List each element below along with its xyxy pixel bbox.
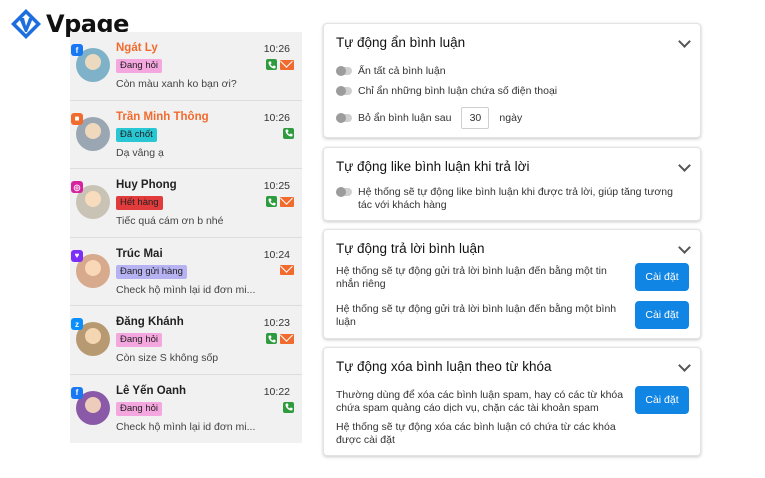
last-message: Dạ vâng ạ — [116, 146, 164, 159]
vpage-logo-icon — [11, 9, 41, 39]
card-title: Tự động like bình luận khi trả lời — [336, 159, 530, 174]
lazada-icon: ♥ — [71, 249, 83, 262]
timestamp: 10:26 — [263, 111, 290, 124]
conversation-item[interactable]: f Ngát Ly Đang hỏi Còn màu xanh ko bạn ơi? 1… — [70, 32, 302, 101]
option-auto-like[interactable]: Hệ thống sẽ tự động like bình luận khi đ… — [336, 186, 686, 212]
mail-icon[interactable] — [280, 59, 294, 70]
status-tag: Hết hàng — [116, 196, 163, 210]
delete-spam-setup-button[interactable]: Cài đặt — [635, 386, 689, 414]
contact-name: Trần Minh Thông — [116, 110, 209, 123]
status-tag: Đang hỏi — [116, 333, 163, 347]
card-auto-like: Tự động like bình luận khi trả lời Hệ th… — [323, 147, 701, 221]
option-hide-phone[interactable]: Chỉ ẩn những bình luận chứa số điện thoạ… — [336, 85, 557, 97]
phone-icon[interactable] — [266, 59, 277, 70]
facebook-icon: f — [71, 386, 83, 399]
last-message: Check hộ mình lại id đơn mi... — [116, 283, 256, 296]
mail-icon[interactable] — [280, 196, 294, 207]
contact-name: Trúc Mai — [116, 247, 163, 260]
timestamp: 10:23 — [263, 317, 290, 329]
days-unit: ngày — [499, 112, 523, 124]
toggle-switch[interactable] — [336, 113, 352, 123]
last-message: Còn size S không sốp — [116, 352, 219, 364]
mail-icon[interactable] — [280, 264, 294, 275]
conversation-item[interactable]: ◎ Huy Phong Hết hàng Tiếc quá cám ơn b nhé 1… — [70, 169, 302, 238]
contact-name: Huy Phong — [116, 179, 177, 191]
card-auto-reply: Tự động trả lời bình luận Hệ thống sẽ tự… — [323, 229, 701, 339]
contact-actions — [280, 264, 294, 275]
option-label: Bỏ ẩn bình luận sau — [358, 112, 452, 124]
chevron-down-icon[interactable] — [678, 159, 691, 172]
option-label: Chỉ ẩn những bình luận chứa số điện thoạ… — [358, 85, 558, 97]
shop-icon: ■ — [71, 112, 83, 125]
chevron-down-icon[interactable] — [678, 359, 691, 372]
instagram-icon: ◎ — [71, 181, 83, 193]
timestamp: 10:22 — [263, 385, 290, 398]
toggle-switch[interactable] — [336, 66, 352, 76]
phone-icon[interactable] — [266, 333, 277, 344]
contact-name: Lê Yến Oanh — [116, 384, 187, 397]
status-tag: Đang hỏi — [116, 59, 163, 73]
contact-actions — [283, 401, 294, 413]
conversation-item[interactable]: ■ Trần Minh Thông Đã chốt Dạ vâng ạ 10:26 — [70, 101, 302, 169]
conversation-item[interactable]: f Lê Yến Oanh Đang hỏi Check hộ mình lại id… — [70, 375, 302, 444]
toggle-switch[interactable] — [336, 187, 352, 197]
last-message: Còn màu xanh ko bạn ơi? — [116, 78, 237, 90]
card-auto-delete: Tự động xóa bình luận theo từ khóa Thườn… — [323, 347, 701, 456]
last-message: Tiếc quá cám ơn b nhé — [116, 215, 224, 227]
status-tag: Đang gửi hàng — [116, 264, 187, 279]
contact-actions — [266, 333, 294, 344]
option-label: Ẩn tất cả bình luận — [358, 65, 446, 77]
status-tag: Đang hỏi — [116, 401, 163, 416]
contact-name: Ngát Ly — [116, 42, 158, 54]
contact-actions — [266, 59, 294, 70]
reply-comment-desc: Hệ thống sẽ tự động gửi trả lời bình luậ… — [336, 303, 617, 328]
card-title: Tự động ẩn bình luận — [336, 35, 466, 50]
card-title: Tự động xóa bình luận theo từ khóa — [336, 359, 552, 374]
reply-private-setup-button[interactable]: Cài đặt — [635, 263, 689, 291]
card-title: Tự động trả lời bình luận — [336, 241, 485, 256]
option-label: Hệ thống sẽ tự động like bình luận khi đ… — [358, 186, 673, 211]
phone-icon[interactable] — [266, 196, 277, 207]
status-tag: Đã chốt — [116, 127, 157, 142]
mail-icon[interactable] — [280, 333, 294, 344]
facebook-icon: f — [71, 44, 83, 56]
reply-comment-setup-button[interactable]: Cài đặt — [635, 301, 689, 329]
timestamp: 10:25 — [263, 180, 290, 192]
option-unhide-after[interactable]: Bỏ ẩn bình luận sau 30 ngày — [336, 107, 522, 129]
conversation-list: f Ngát Ly Đang hỏi Còn màu xanh ko bạn ơi? 1… — [70, 32, 302, 443]
zalo-icon: z — [71, 318, 83, 330]
chevron-down-icon[interactable] — [678, 35, 691, 48]
toggle-switch[interactable] — [336, 86, 352, 96]
chevron-down-icon[interactable] — [678, 241, 691, 254]
conversation-item[interactable]: ♥ Trúc Mai Đang gửi hàng Check hộ mình lại … — [70, 238, 302, 306]
contact-name: Đăng Khánh — [116, 316, 184, 328]
phone-icon[interactable] — [283, 401, 294, 413]
timestamp: 10:26 — [263, 43, 290, 55]
phone-icon[interactable] — [283, 127, 294, 139]
contact-actions — [266, 196, 294, 207]
contact-actions — [283, 127, 294, 139]
reply-private-desc: Hệ thống sẽ tự động gửi trả lời bình luậ… — [336, 265, 607, 290]
delete-keyword-desc: Hệ thống sẽ tự động xóa các bình luận có… — [336, 421, 616, 446]
option-hide-all[interactable]: Ẩn tất cả bình luận — [336, 65, 446, 77]
delete-spam-desc: Thường dùng để xóa các bình luận spam, h… — [336, 389, 624, 414]
last-message: Check hộ mình lại id đơn mi... — [116, 420, 256, 433]
days-input[interactable]: 30 — [461, 107, 490, 129]
card-auto-hide: Tự động ẩn bình luận Ẩn tất cả bình luận… — [323, 23, 701, 138]
conversation-item[interactable]: z Đăng Khánh Đang hỏi Còn size S không sốp 1… — [70, 306, 302, 375]
